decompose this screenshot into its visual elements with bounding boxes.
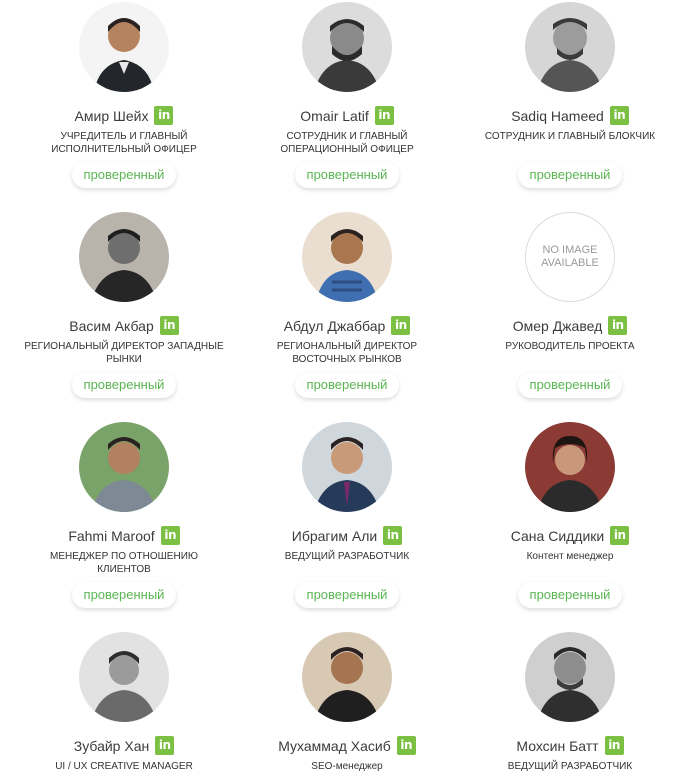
team-grid: Амир Шейх in УЧРЕДИТЕЛЬ И ГЛАВНЫЙ ИСПОЛН… (0, 0, 682, 784)
member-photo (79, 212, 169, 302)
member-photo (79, 632, 169, 722)
member-name: Мохсин Батт (516, 737, 599, 754)
linkedin-icon[interactable]: in (154, 106, 174, 125)
member-photo (525, 632, 615, 722)
verified-badge[interactable]: проверенный (295, 162, 399, 188)
linkedin-icon[interactable]: in (396, 736, 416, 755)
member-name: Мухаммад Хасиб (278, 737, 391, 754)
member-role: СОТРУДНИК И ГЛАВНЫЙ ОПЕРАЦИОННЫЙ ОФИЦЕР (280, 131, 414, 155)
verified-badge[interactable]: проверенный (72, 162, 176, 188)
verified-badge[interactable]: проверенный (295, 582, 399, 608)
member-photo (302, 422, 392, 512)
member-role: ВЕДУЩИЙ РАЗРАБОТЧИК (284, 551, 410, 562)
member-photo (525, 2, 615, 92)
member-role: РЕГИОНАЛЬНЫЙ ДИРЕКТОР ВОСТОЧНЫХ РЫНКОВ (276, 341, 418, 365)
member-name: Ибрагим Али (291, 527, 378, 544)
member-role: РУКОВОДИТЕЛЬ ПРОЕКТА (505, 341, 635, 352)
verified-badge[interactable]: проверенный (518, 372, 622, 398)
member-role: Контент менеджер (526, 551, 614, 562)
member-photo (302, 212, 392, 302)
verified-badge[interactable]: проверенный (72, 582, 176, 608)
member-name: Fahmi Maroof (68, 527, 155, 544)
member-role: ВЕДУЩИЙ РАЗРАБОТЧИК (507, 761, 633, 772)
member-name: Абдул Джаббар (283, 317, 386, 334)
linkedin-icon[interactable]: in (155, 736, 175, 755)
verified-badge[interactable]: проверенный (72, 372, 176, 398)
verified-badge[interactable]: проверенный (518, 162, 622, 188)
member-role: СОТРУДНИК И ГЛАВНЫЙ БЛОКЧИК (484, 131, 656, 142)
member-photo (79, 422, 169, 512)
member-name: Васим Акбар (69, 317, 154, 334)
linkedin-icon[interactable]: in (609, 106, 629, 125)
linkedin-icon[interactable]: in (159, 316, 179, 335)
linkedin-icon[interactable]: in (610, 526, 630, 545)
linkedin-icon[interactable]: in (160, 526, 180, 545)
linkedin-icon[interactable]: in (374, 106, 394, 125)
member-photo (525, 422, 615, 512)
member-name: Сана Сиддики (510, 527, 605, 544)
linkedin-icon[interactable]: in (608, 316, 628, 335)
member-role: УЧРЕДИТЕЛЬ И ГЛАВНЫЙ ИСПОЛНИТЕЛЬНЫЙ ОФИЦ… (51, 131, 197, 155)
member-role: SEO-менеджер (311, 761, 383, 772)
no-image-text: NO IMAGE AVAILABLE (541, 244, 599, 269)
member-name: Омер Джавед (512, 317, 603, 334)
member-name: Omair Latif (300, 107, 369, 124)
no-image-placeholder: NO IMAGE AVAILABLE (525, 212, 615, 302)
linkedin-icon[interactable]: in (383, 526, 403, 545)
verified-badge[interactable]: проверенный (518, 582, 622, 608)
member-photo (302, 2, 392, 92)
verified-badge[interactable]: проверенный (295, 372, 399, 398)
member-role: UI / UX CREATIVE MANAGER (55, 761, 193, 772)
member-name: Амир Шейх (74, 107, 149, 124)
member-photo (79, 2, 169, 92)
member-photo (302, 632, 392, 722)
member-role: МЕНЕДЖЕР ПО ОТНОШЕНИЮ КЛИЕНТОВ (50, 551, 198, 575)
linkedin-icon[interactable]: in (604, 736, 624, 755)
member-name: Sadiq Hameed (511, 107, 604, 124)
member-role: РЕГИОНАЛЬНЫЙ ДИРЕКТОР ЗАПАДНЫЕ РЫНКИ (24, 341, 224, 365)
member-name: Зубайр Хан (73, 737, 150, 754)
linkedin-icon[interactable]: in (391, 316, 411, 335)
